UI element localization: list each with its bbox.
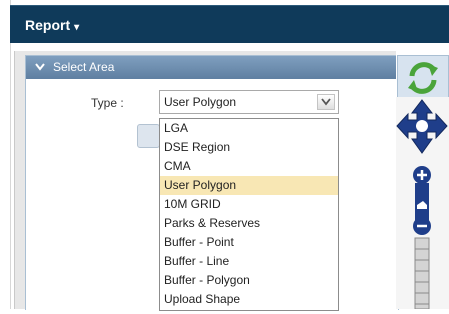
dropdown-option[interactable]: Buffer - Line <box>160 252 338 271</box>
dropdown-option[interactable]: Parks & Reserves <box>160 214 338 233</box>
type-select-value: User Polygon <box>164 95 237 109</box>
zoom-in-icon[interactable] <box>413 166 431 184</box>
refresh-icon <box>408 62 438 94</box>
report-label: Report <box>25 17 71 33</box>
top-header-bar: Report ▾ <box>10 5 449 43</box>
type-select[interactable]: User Polygon <box>159 90 339 114</box>
type-label: Type : <box>91 96 124 110</box>
type-dropdown-list: LGA DSE Region CMA User Polygon 10M GRID… <box>159 118 339 311</box>
dropdown-option[interactable]: DSE Region <box>160 138 338 157</box>
dropdown-option[interactable]: Buffer - Polygon <box>160 271 338 290</box>
zoom-out-icon[interactable] <box>413 217 431 235</box>
panel-title: Select Area <box>53 60 115 74</box>
dropdown-option[interactable]: CMA <box>160 157 338 176</box>
map-tools-column <box>396 51 449 310</box>
pan-arrows-icon[interactable] <box>396 99 448 154</box>
report-menu-button[interactable]: Report ▾ <box>25 17 79 33</box>
dropdown-option-selected[interactable]: User Polygon <box>160 176 338 195</box>
dropdown-option[interactable]: Buffer - Point <box>160 233 338 252</box>
dropdown-option[interactable]: LGA <box>160 119 338 138</box>
map-navigation-controls <box>396 99 448 310</box>
dropdown-arrow-icon[interactable] <box>317 94 335 110</box>
left-edge-strip <box>0 0 11 309</box>
select-area-header[interactable]: Select Area <box>26 56 398 79</box>
chevron-down-icon <box>35 57 47 80</box>
dropdown-option[interactable]: 10M GRID <box>160 195 338 214</box>
dropdown-option[interactable]: Upload Shape <box>160 290 338 309</box>
map-viewport[interactable] <box>396 97 449 310</box>
refresh-button[interactable] <box>397 55 449 98</box>
caret-down-icon: ▾ <box>74 22 80 33</box>
zoom-level-ladder[interactable] <box>414 237 430 310</box>
hidden-action-button[interactable] <box>137 124 160 148</box>
